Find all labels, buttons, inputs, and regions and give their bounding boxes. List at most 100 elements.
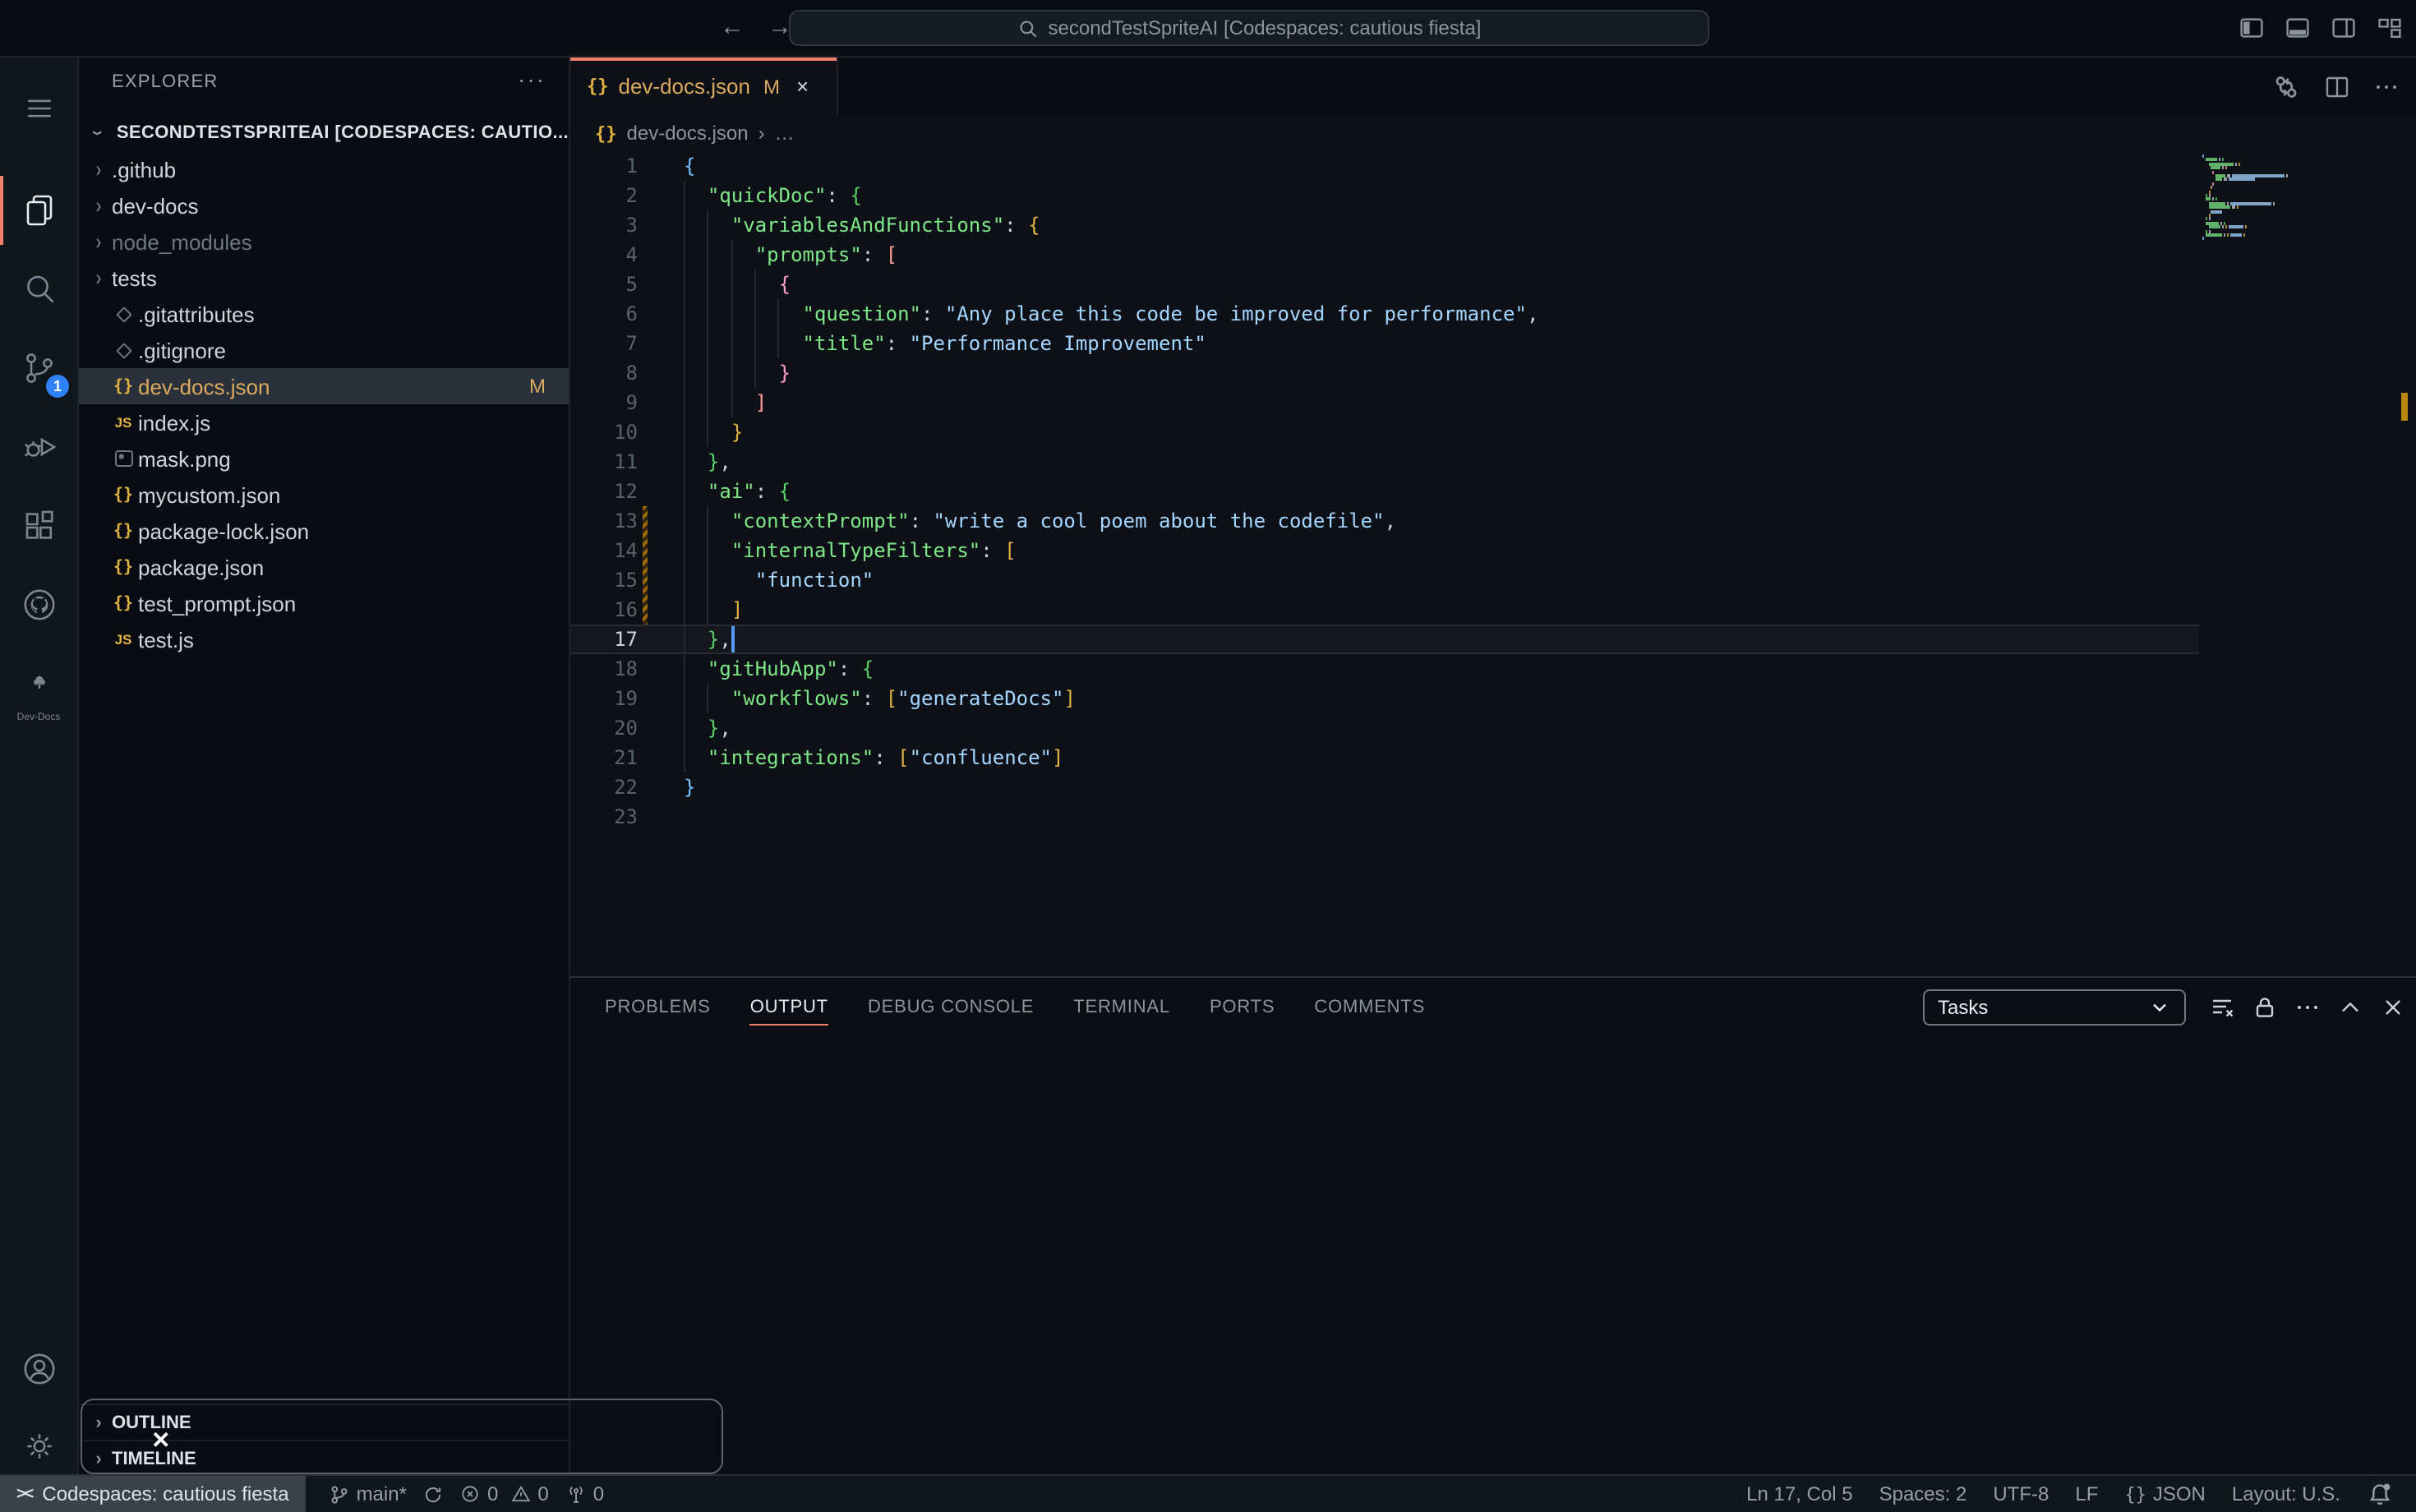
close-panel-icon[interactable] [2380,994,2406,1021]
code-line[interactable]: } [684,417,1538,447]
tab-dev-docs-json[interactable]: {} dev-docs.json M × [570,58,838,115]
clear-output-icon[interactable] [2209,994,2235,1021]
line-number[interactable]: 22 [570,772,638,802]
customize-layout-icon[interactable] [2377,15,2403,41]
minimap[interactable] [2202,154,2321,286]
code-line[interactable]: { [684,270,1538,299]
tree-item-package-lock-json[interactable]: {}package-lock.json [79,513,569,549]
layout-panel-icon[interactable] [2285,15,2311,41]
tree-item-index-js[interactable]: JSindex.js [79,404,569,440]
line-number[interactable]: 23 [570,802,638,832]
line-number[interactable]: 9 [570,388,638,417]
layout-sidebar-icon[interactable] [2238,15,2265,41]
code-line[interactable]: { [684,151,1538,181]
line-number[interactable]: 15 [570,565,638,595]
line-number[interactable]: 6 [570,299,638,329]
code-line[interactable]: }, [684,713,1538,743]
breadcrumb-symbol[interactable]: … [775,122,795,145]
line-number[interactable]: 16 [570,595,638,625]
panel-tab-debug-console[interactable]: DEBUG CONSOLE [868,991,1034,1024]
line-number[interactable]: 10 [570,417,638,447]
lock-icon[interactable] [2252,994,2278,1021]
maximize-panel-icon[interactable] [2337,994,2363,1021]
line-number[interactable]: 2 [570,181,638,210]
tab-close-icon[interactable]: × [796,74,809,99]
settings-gear-button[interactable] [0,1412,77,1481]
code-line[interactable]: "prompts": [ [684,240,1538,270]
tree-item-test-prompt-json[interactable]: {}test_prompt.json [79,585,569,621]
line-number[interactable]: 18 [570,654,638,684]
git-branch-status[interactable]: main* [329,1482,407,1505]
explorer-more-actions-icon[interactable]: ··· [518,66,546,92]
extensions-activity-button[interactable] [0,491,77,560]
line-number[interactable]: 3 [570,210,638,240]
code-line[interactable]: } [684,772,1538,802]
search-activity-button[interactable] [0,255,77,324]
tree-item-dev-docs[interactable]: ›dev-docs [79,187,569,224]
notifications-bell-icon[interactable] [2367,1481,2393,1507]
tree-item-node-modules[interactable]: ›node_modules [79,224,569,260]
status-eol[interactable]: LF [2075,1482,2098,1505]
output-panel-body[interactable] [570,1037,2416,1474]
panel-tab-terminal[interactable]: TERMINAL [1073,991,1170,1024]
line-number[interactable]: 4 [570,240,638,270]
code-line[interactable]: "function" [684,565,1538,595]
command-center-search[interactable]: secondTestSpriteAI [Codespaces: cautious… [789,10,1709,46]
problems-status[interactable]: 0 0 [461,1482,549,1505]
output-channel-select[interactable]: Tasks [1923,989,2186,1026]
panel-tab-output[interactable]: OUTPUT [750,990,828,1025]
ports-status[interactable]: 0 [565,1482,604,1505]
panel-tab-comments[interactable]: COMMENTS [1314,991,1425,1024]
line-number[interactable]: 1 [570,151,638,181]
code-line[interactable]: "workflows": ["generateDocs"] [684,684,1538,713]
compare-changes-icon[interactable] [2271,71,2301,101]
line-number[interactable]: 5 [570,270,638,299]
status-layout[interactable]: Layout: U.S. [2232,1482,2340,1505]
breadcrumb-file[interactable]: dev-docs.json [627,122,749,145]
menu-activity-button[interactable] [0,74,77,143]
status-encoding[interactable]: UTF-8 [1993,1482,2049,1505]
panel-tab-ports[interactable]: PORTS [1210,991,1275,1024]
code-line[interactable]: "contextPrompt": "write a cool poem abou… [684,506,1538,536]
code-line[interactable]: }, [684,447,1538,477]
layout-secondary-sidebar-icon[interactable] [2331,15,2357,41]
code-line[interactable]: "gitHubApp": { [684,654,1538,684]
sync-status[interactable] [423,1483,445,1505]
line-number[interactable]: 7 [570,329,638,358]
source-control-activity-button[interactable]: 1 [0,334,77,403]
status-cursor-position[interactable]: Ln 17, Col 5 [1746,1482,1852,1505]
line-number[interactable]: 21 [570,743,638,772]
code-line[interactable]: "quickDoc": { [684,181,1538,210]
tree-item-test-js[interactable]: JStest.js [79,621,569,657]
devdocs-activity-button[interactable]: Dev-Docs [0,649,77,718]
explorer-activity-button[interactable] [0,176,77,245]
split-editor-icon[interactable] [2324,73,2350,99]
tree-item-dev-docs-json[interactable]: {}dev-docs.jsonM [79,368,569,404]
more-icon[interactable] [2294,994,2321,1021]
github-activity-button[interactable] [0,570,77,639]
line-number[interactable]: 13 [570,506,638,536]
code-line[interactable]: "integrations": ["confluence"] [684,743,1538,772]
code-line[interactable]: "question": "Any place this code be impr… [684,299,1538,329]
code-line[interactable]: }, [684,625,1538,654]
code-editor[interactable]: 1234567891011121314151617181920212223 { … [570,151,2416,976]
tree-item-tests[interactable]: ›tests [79,260,569,296]
line-number[interactable]: 8 [570,358,638,388]
code-line[interactable]: ] [684,595,1538,625]
line-number[interactable]: 20 [570,713,638,743]
code-line[interactable]: } [684,358,1538,388]
code-line[interactable]: "ai": { [684,477,1538,506]
panel-tab-problems[interactable]: PROBLEMS [605,991,711,1024]
line-number[interactable]: 14 [570,536,638,565]
run-debug-activity-button[interactable] [0,413,77,482]
line-number-gutter[interactable]: 1234567891011121314151617181920212223 [570,151,638,832]
line-number[interactable]: 19 [570,684,638,713]
tree-item--github[interactable]: ›.github [79,151,569,187]
nav-back-button[interactable]: ← [720,13,745,41]
status-indentation[interactable]: Spaces: 2 [1879,1482,1967,1505]
account-button[interactable] [0,1335,77,1404]
remote-indicator[interactable]: >< Codespaces: cautious fiesta [0,1476,306,1512]
line-number[interactable]: 17 [570,625,638,654]
code-line[interactable]: "variablesAndFunctions": { [684,210,1538,240]
code-line[interactable] [684,802,1538,832]
